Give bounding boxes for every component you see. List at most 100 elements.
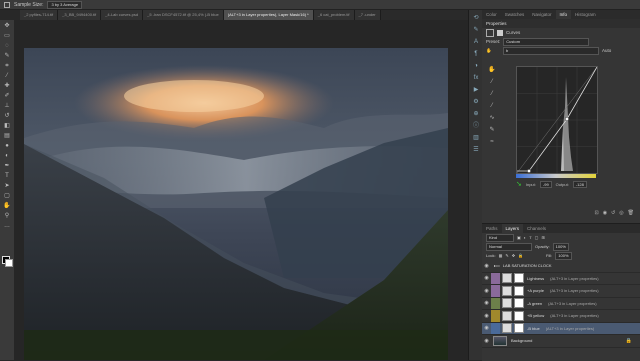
white-point-eyedropper-icon[interactable]: ⁄ [488, 102, 496, 110]
channel-dropdown[interactable]: b [503, 46, 599, 55]
lock-pixels-icon[interactable]: ✎ [505, 253, 508, 258]
reset-icon[interactable]: ↺ [611, 210, 615, 219]
eyedropper-tool-icon[interactable]: ⁄ [3, 72, 11, 80]
marquee-tool-icon[interactable]: ▭ [3, 32, 11, 40]
gradient-tool-icon[interactable]: ▤ [3, 132, 11, 140]
clone-source-icon[interactable]: ⊕ [472, 110, 480, 118]
tab-navigator[interactable]: Navigator [528, 10, 555, 19]
document-tab[interactable]: _6 cat_problem.tif [313, 10, 355, 20]
dodge-tool-icon[interactable]: ◐ [3, 152, 11, 160]
layer-row[interactable]: ◉ +A purple (ALT+3 in Layer properties) [482, 285, 640, 298]
tab-layers[interactable]: Layers [501, 224, 524, 233]
info-panel-icon[interactable]: ⓘ [472, 122, 480, 130]
eye-icon[interactable]: ◉ [482, 298, 491, 310]
layer-mask-thumbnail[interactable] [514, 298, 524, 309]
auto-button[interactable]: Auto [602, 48, 611, 53]
background-color-swatch[interactable] [5, 259, 13, 267]
eye-icon[interactable]: ◉ [482, 260, 491, 272]
character-panel-icon[interactable]: A [472, 38, 480, 46]
eye-icon[interactable]: ◉ [482, 273, 491, 285]
blend-mode-dropdown[interactable]: Normal [486, 242, 532, 251]
sample-size-dropdown[interactable]: 3 by 3 Average [47, 0, 83, 9]
lock-position-icon[interactable]: ✥ [512, 253, 515, 258]
filter-pixel-icon[interactable]: ▣ [517, 235, 521, 240]
healing-tool-icon[interactable]: ✚ [3, 82, 11, 90]
layer-row[interactable]: ◉ -A green (ALT+3 in Layer properties) [482, 297, 640, 310]
quick-select-tool-icon[interactable]: ✎ [3, 52, 11, 60]
lock-all-icon[interactable]: 🔒 [518, 253, 523, 258]
zoom-tool-icon[interactable]: ⚲ [3, 212, 11, 220]
path-select-tool-icon[interactable]: ➤ [3, 182, 11, 190]
eye-icon[interactable]: ◉ [482, 285, 491, 297]
filter-adjustment-icon[interactable]: ◐ [524, 235, 526, 240]
tab-info[interactable]: Info [555, 10, 572, 19]
document-tab[interactable]: _3_BB_9494400.tif [58, 10, 102, 20]
crop-tool-icon[interactable]: ⌗ [3, 62, 11, 70]
tab-color[interactable]: Color [482, 10, 501, 19]
opacity-field[interactable]: 100% [552, 242, 569, 251]
history-panel-icon[interactable]: ⟲ [472, 14, 480, 22]
shape-tool-icon[interactable]: ▢ [3, 192, 11, 200]
filter-smart-icon[interactable]: ⊞ [541, 235, 544, 240]
histogram-panel-icon[interactable]: ▥ [472, 134, 480, 142]
trash-icon[interactable]: 🗑 [628, 210, 634, 219]
layer-mask-thumbnail[interactable] [514, 285, 524, 296]
document-tab[interactable]: _5 -Iran DSCF4572.tif @ 25,4% (-B blue [143, 10, 224, 20]
adjustments-panel-icon[interactable]: ◑ [472, 62, 480, 70]
background-layer-row[interactable]: ◉ Background 🔒 [482, 335, 640, 348]
eye-icon[interactable]: ◉ [482, 310, 491, 322]
document-tab[interactable]: _7 -under [354, 10, 381, 20]
hand-adjust-icon[interactable]: ✋ [486, 48, 500, 54]
type-tool-icon[interactable]: T [3, 172, 11, 180]
eye-icon[interactable]: ◉ [482, 323, 491, 335]
tab-channels[interactable]: Channels [523, 224, 550, 233]
eraser-tool-icon[interactable]: ◧ [3, 122, 11, 130]
lock-transparent-icon[interactable]: ▦ [499, 253, 503, 258]
history-brush-tool-icon[interactable]: ↺ [3, 112, 11, 120]
visibility-icon[interactable]: ◎ [619, 210, 623, 219]
layer-mask-thumbnail[interactable] [514, 323, 524, 334]
tab-swatches[interactable]: Swatches [501, 10, 529, 19]
view-previous-icon[interactable]: ◉ [603, 210, 607, 219]
tab-paths[interactable]: Paths [482, 224, 502, 233]
pen-tool-icon[interactable]: ✒ [3, 162, 11, 170]
eyedropper-tool-icon[interactable] [4, 1, 10, 8]
tab-histogram[interactable]: Histogram [571, 10, 600, 19]
brush-tool-icon[interactable]: ✐ [3, 92, 11, 100]
black-point-eyedropper-icon[interactable]: ⁄ [488, 78, 496, 86]
fill-field[interactable]: 100% [555, 251, 572, 260]
document-tab[interactable]: _4-Lab curves.psd [101, 10, 144, 20]
gray-point-eyedropper-icon[interactable]: ⁄ [488, 90, 496, 98]
pencil-mode-icon[interactable]: ✎ [488, 126, 496, 134]
layer-mask-thumbnail[interactable] [514, 273, 524, 284]
filter-shape-icon[interactable]: ▢ [535, 235, 539, 240]
paragraph-panel-icon[interactable]: ¶ [472, 50, 480, 58]
layer-mask-thumbnail[interactable] [514, 310, 524, 321]
on-image-adjust-icon[interactable]: ✋ [488, 66, 496, 74]
layer-row-selected[interactable]: ◉ -B blue (ALT+3 in Layer properties) [482, 322, 640, 335]
mask-icon[interactable] [497, 29, 503, 36]
properties-panel-icon[interactable]: ☰ [472, 146, 480, 154]
blur-tool-icon[interactable]: ● [3, 142, 11, 150]
curve-point-mode-icon[interactable]: ∿ [488, 114, 496, 122]
styles-panel-icon[interactable]: fx [472, 74, 480, 82]
layer-group-row[interactable]: ◉ ▸▭ LAB SATURATION CLOCK [482, 260, 640, 273]
smooth-icon[interactable]: ≈ [488, 138, 496, 146]
lasso-tool-icon[interactable]: ◌ [3, 42, 11, 50]
hand-tool-icon[interactable]: ✋ [3, 202, 11, 210]
document-tab[interactable]: _2 pyfiles-714.tif [20, 10, 59, 20]
curves-graph[interactable] [516, 66, 598, 174]
filter-type-icon[interactable]: T [529, 235, 531, 240]
move-tool-icon[interactable]: ✥ [3, 22, 11, 30]
document-canvas[interactable] [14, 20, 468, 360]
kind-filter-dropdown[interactable]: Kind [486, 233, 514, 242]
output-field[interactable]: -128 [572, 180, 587, 188]
document-tab-active[interactable]: (ALT+3 in Layer properties), Layer Mask/… [223, 10, 314, 20]
clip-to-layer-icon[interactable]: ⊡ [594, 210, 598, 219]
tool-presets-icon[interactable]: ⚙ [472, 98, 480, 106]
actions-panel-icon[interactable]: ▶ [472, 86, 480, 94]
layer-row[interactable]: ◉ +B yellow (ALT+3 in Layer properties) [482, 310, 640, 323]
input-field[interactable]: -99 [539, 180, 552, 188]
layer-row[interactable]: ◉ Lightness (ALT+3 in Layer properties) [482, 272, 640, 285]
clone-stamp-tool-icon[interactable]: ⊥ [3, 102, 11, 110]
